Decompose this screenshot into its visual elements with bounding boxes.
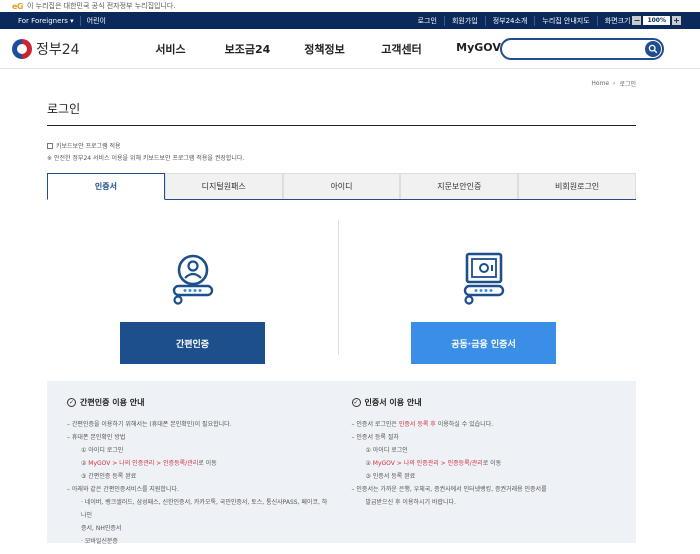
guide-line: – 아래와 같은 간편인증서비스를 지원합니다.	[67, 486, 179, 493]
cert-guide-title: ✓ 인증서 이용 안내	[351, 397, 617, 408]
guide-line: ① 아이디 로그인	[365, 447, 408, 454]
guide-line: – 인증서 로그인은 인증서 등록 후 이용하실 수 있습니다.	[351, 421, 494, 428]
guide-highlight: MyGOV > 나의 인증관리 > 인증등록/관리	[372, 460, 483, 467]
zoom-label: 화면크기	[604, 16, 631, 25]
gov-banner-text: 이 누리집은 대한민국 공식 전자정부 누리집입니다.	[27, 2, 176, 10]
signup-link[interactable]: 회원가입	[443, 15, 485, 26]
tab-certificate[interactable]: 인증서	[47, 173, 165, 200]
page-title: 로그인	[47, 100, 636, 126]
tab-digital-onepass[interactable]: 디지털원패스	[164, 173, 283, 199]
for-foreigners-link[interactable]: For Foreigners ▾	[12, 17, 80, 25]
main-nav: 서비스 보조금24 정책정보 고객센터 MyGOV	[132, 41, 517, 57]
check-circle-icon: ✓	[67, 398, 76, 407]
nav-services[interactable]: 서비스	[132, 41, 209, 57]
guide-line: – 휴대폰 본인확인 방법	[67, 434, 126, 441]
guide-line: ② MyGOV > 나의 인증관리 > 인증등록/관리로 이동	[81, 460, 217, 467]
nav-subsidy24[interactable]: 보조금24	[209, 41, 286, 57]
zoom-value: 100%	[643, 16, 670, 25]
egov-mark: eG	[12, 1, 24, 11]
tab-fingerprint[interactable]: 지문보안인증	[400, 173, 519, 199]
about-link[interactable]: 정부24소개	[484, 15, 535, 26]
auth-area: 간편인증 공동·금융 인증서	[47, 200, 636, 364]
check-circle-icon: ✓	[351, 398, 361, 407]
simple-auth-panel: 간편인증	[120, 248, 265, 364]
login-tabs: 인증서 디지털원패스 아이디 지문보안인증 비회원로그인	[47, 173, 636, 200]
keyboard-security-label: 키보드보안 프로그램 적용	[56, 143, 121, 150]
guide-line: · 네이버, 뱅크샐러드, 삼성패스, 신한인증서, 카카오톡, 국민인증서, …	[81, 499, 328, 519]
nav-customer-center[interactable]: 고객센터	[363, 41, 440, 57]
breadcrumb-home[interactable]: Home	[591, 80, 609, 87]
zoom-out-button[interactable]: −	[632, 16, 642, 25]
guide-line: – 인증서는 가까운 은행, 우체국, 증권사에서 인터넷뱅킹, 증권거래용 인…	[351, 486, 547, 493]
tab-guest-login[interactable]: 비회원로그인	[518, 173, 636, 199]
simple-auth-guide-title: ✓ 간편인증 이용 안내	[67, 397, 332, 408]
taegeuk-icon	[12, 38, 32, 59]
guide-highlight: MyGOV > 나의 인증관리 > 인증등록/관리	[88, 460, 199, 467]
zoom-in-button[interactable]: +	[672, 16, 681, 25]
keyboard-security-note: ※ 안전한 정부24 서비스 이용을 위해 키보드보안 프로그램 적용을 권장합…	[47, 155, 245, 162]
login-content: 로그인 키보드보안 프로그램 적용 ※ 안전한 정부24 서비스 이용을 위해 …	[47, 96, 636, 364]
search-input[interactable]	[500, 38, 664, 60]
zoom-control: 화면크기 − 100% +	[596, 15, 688, 26]
sitemap-link[interactable]: 누리집 안내지도	[534, 15, 596, 26]
keyboard-security-row: 키보드보안 프로그램 적용	[47, 141, 636, 150]
utility-bar: For Foreigners ▾ 어린이 로그인 회원가입 정부24소개 누리집…	[0, 12, 700, 29]
breadcrumb-separator: ›	[613, 79, 616, 87]
safe-certificate-icon	[463, 252, 504, 305]
joint-cert-button[interactable]: 공동·금융 인증서	[411, 322, 556, 364]
simple-auth-guide-heading: 간편인증 이용 안내	[80, 398, 145, 407]
gov-banner: eG 이 누리집은 대한민국 공식 전자정부 누리집입니다.	[0, 0, 700, 12]
guide-line: ③ 간편인증 등록 완료	[81, 473, 137, 480]
guide-line: · 모바일신분증	[81, 538, 118, 545]
info-box: ✓ 간편인증 이용 안내 – 간편인증을 이용하기 위해서는 (휴대폰 본인확인…	[47, 381, 636, 545]
tab-id[interactable]: 아이디	[282, 173, 401, 199]
guide-highlight: 인증서 등록 후	[398, 421, 436, 428]
guide-line: – 간편인증을 이용하기 위해서는 (휴대폰 본인확인)이 필요합니다.	[67, 421, 232, 428]
cert-guide: ✓ 인증서 이용 안내 – 인증서 로그인은 인증서 등록 후 이용하실 수 있…	[351, 397, 617, 527]
guide-line: ③ 인증서 등록 완료	[365, 473, 416, 480]
guide-line: ① 아이디 로그인	[81, 447, 124, 454]
auth-divider	[338, 220, 339, 355]
logo-text: 정부24	[36, 41, 80, 58]
main-header: 정부24 서비스 보조금24 정책정보 고객센터 MyGOV	[0, 29, 700, 69]
children-link[interactable]: 어린이	[79, 15, 112, 26]
joint-cert-panel: 공동·금융 인증서	[411, 248, 556, 364]
guide-line: 증서, NH인증서	[81, 525, 122, 532]
simple-auth-guide: ✓ 간편인증 이용 안내 – 간편인증을 이용하기 위해서는 (휴대폰 본인확인…	[67, 397, 332, 545]
site-logo[interactable]: 정부24	[12, 38, 112, 59]
search-icon	[648, 44, 658, 54]
guide-line: 발급받으신 후 이용하시기 바랍니다.	[365, 499, 456, 506]
cert-guide-lines: – 인증서 로그인은 인증서 등록 후 이용하실 수 있습니다. – 인증서 등록…	[352, 418, 617, 509]
guide-line: – 인증서 등록 절차	[351, 434, 399, 441]
breadcrumb: Home › 로그인	[0, 73, 700, 93]
cert-guide-heading: 인증서 이용 안내	[364, 398, 422, 407]
nav-policy-info[interactable]: 정책정보	[286, 41, 363, 57]
keyboard-security-checkbox[interactable]	[47, 142, 53, 149]
simple-auth-button[interactable]: 간편인증	[120, 322, 265, 364]
guide-line: ② MyGOV > 나의 인증관리 > 인증등록/관리로 이동	[365, 460, 502, 467]
simple-auth-guide-lines: – 간편인증을 이용하기 위해서는 (휴대폰 본인확인)이 필요합니다. – 휴대…	[67, 418, 332, 548]
person-id-icon	[172, 254, 213, 305]
search-button[interactable]	[645, 41, 661, 57]
login-link[interactable]: 로그인	[411, 16, 444, 26]
breadcrumb-current: 로그인	[619, 80, 636, 88]
